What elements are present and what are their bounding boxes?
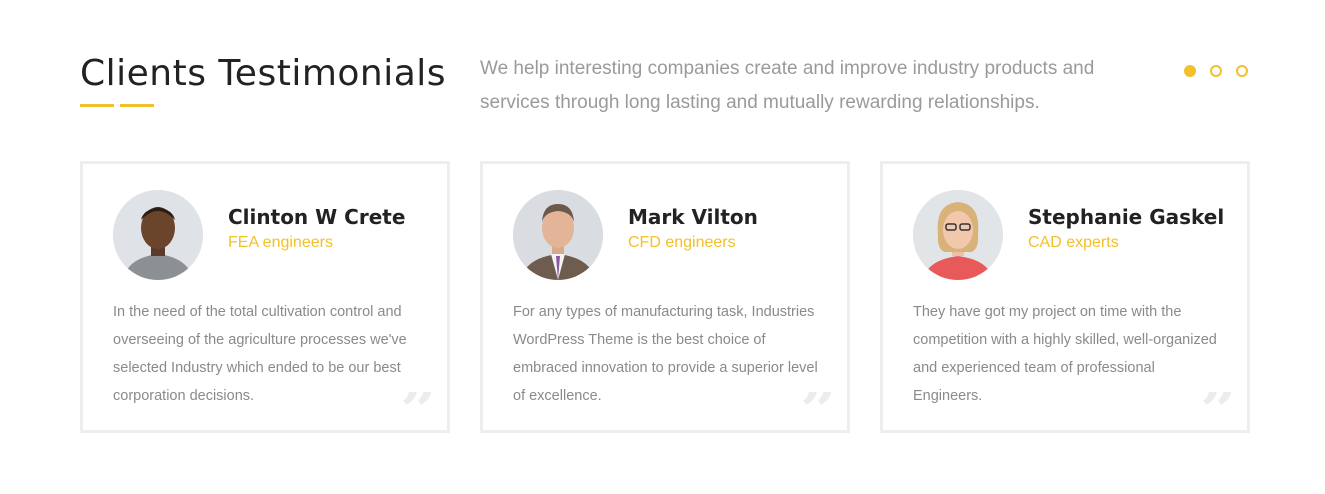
section-title: Clients Testimonials <box>80 53 447 94</box>
testimonial-card: Stephanie Gaskel CAD experts They have g… <box>880 161 1250 433</box>
closing-quote-icon: ” <box>1200 392 1237 422</box>
testimonial-card: Clinton W Crete FEA engineers In the nee… <box>80 161 450 433</box>
testimonial-card: Mark Vilton CFD engineers For any types … <box>480 161 850 433</box>
carousel-dot[interactable] <box>1236 65 1248 77</box>
closing-quote-icon: ” <box>400 392 437 422</box>
title-underline <box>80 104 114 107</box>
carousel-pagination <box>1184 65 1248 77</box>
testimonial-role: CAD experts <box>1028 234 1119 251</box>
testimonial-quote: In the need of the total cultivation con… <box>113 304 407 404</box>
testimonial-name: Clinton W Crete <box>228 205 406 229</box>
testimonial-name: Stephanie Gaskel <box>1028 205 1225 229</box>
testimonial-role: FEA engineers <box>228 234 333 251</box>
title-underline <box>120 104 154 107</box>
closing-quote-icon: ” <box>800 392 837 422</box>
avatar <box>513 190 603 280</box>
section-intro: We help interesting companies create and… <box>480 58 1095 113</box>
avatar <box>113 190 203 280</box>
testimonial-role: CFD engineers <box>628 234 736 251</box>
testimonial-quote: They have got my project on time with th… <box>913 304 1217 404</box>
testimonial-name: Mark Vilton <box>628 205 758 229</box>
avatar <box>913 190 1003 280</box>
carousel-dot[interactable] <box>1210 65 1222 77</box>
testimonial-quote: For any types of manufacturing task, Ind… <box>513 304 818 404</box>
carousel-dot[interactable] <box>1184 65 1196 77</box>
